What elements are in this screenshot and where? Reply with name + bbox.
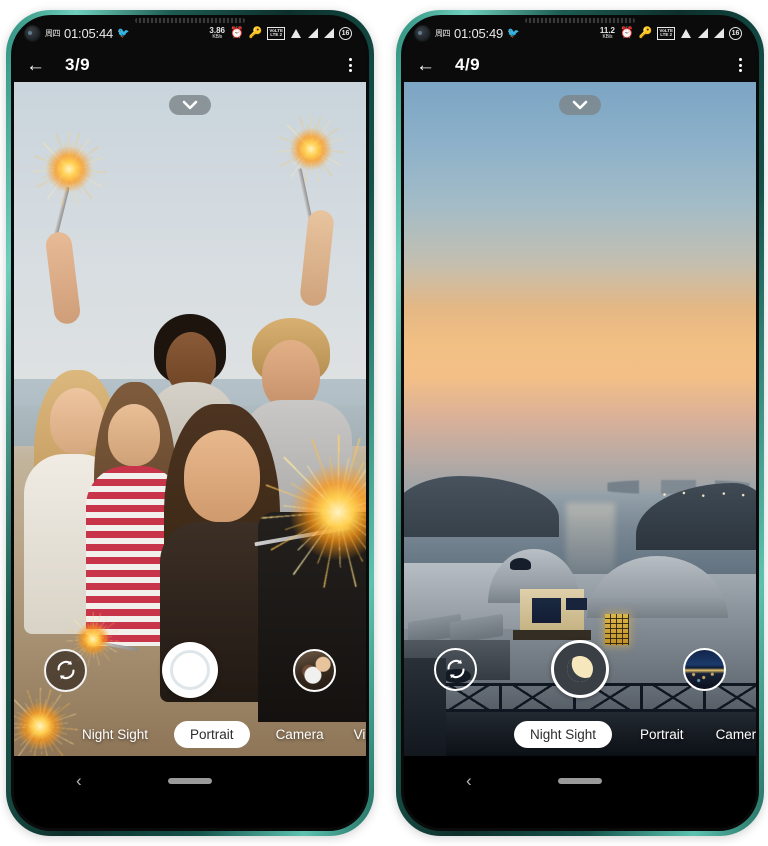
chevron-down-icon[interactable] (559, 95, 601, 115)
navigation-bar: ‹ (404, 756, 756, 806)
phone-screen-left: 周四 01:05:44 🐦 3.86 KB/s ⏰ 🔑 VoLTE LTE 2 … (14, 18, 366, 828)
signal-icon (713, 28, 724, 38)
app-bar: ← 4/9 (404, 48, 756, 82)
page-title: 3/9 (65, 55, 91, 74)
bird-notification-icon: 🐦 (117, 27, 130, 39)
mode-video[interactable]: Video (350, 721, 366, 748)
earpiece-grille (135, 18, 245, 23)
key-icon: 🔑 (638, 26, 653, 39)
nav-home-indicator[interactable] (558, 778, 602, 784)
volte-icon: VoLTE LTE 2 (657, 26, 675, 40)
shutter-button[interactable] (162, 642, 218, 698)
phone-bezel-left: 周四 01:05:44 🐦 3.86 KB/s ⏰ 🔑 VoLTE LTE 2 … (11, 15, 369, 831)
bird-notification-icon: 🐦 (507, 27, 520, 39)
network-speed-unit: KB/s (212, 33, 223, 40)
camera-viewfinder[interactable]: Night Sight Portrait Camera Video (14, 82, 366, 756)
status-day: 周四 (435, 28, 451, 38)
battery-icon: 16 (729, 26, 742, 40)
phone-left: 周四 01:05:44 🐦 3.86 KB/s ⏰ 🔑 VoLTE LTE 2 … (6, 10, 374, 836)
mode-night-sight[interactable]: Night Sight (78, 721, 152, 748)
key-icon: 🔑 (248, 26, 263, 39)
camera-controls (404, 640, 756, 698)
alarm-icon: ⏰ (230, 26, 244, 39)
nav-back-icon[interactable]: ‹ (466, 771, 472, 791)
last-photo-thumbnail[interactable] (683, 647, 726, 691)
status-bar-right: 3.86 KB/s ⏰ 🔑 VoLTE LTE 2 16 (209, 26, 352, 40)
dual-phone-screenshot: 周四 01:05:44 🐦 3.86 KB/s ⏰ 🔑 VoLTE LTE 2 … (0, 0, 768, 846)
back-arrow-icon[interactable]: ← (26, 56, 45, 75)
last-photo-thumbnail[interactable] (293, 648, 336, 692)
nav-home-indicator[interactable] (168, 778, 212, 784)
mode-camera[interactable]: Camera (272, 721, 328, 748)
network-speed-indicator: 11.2 KB/s (600, 26, 615, 40)
mode-night-sight[interactable]: Night Sight (514, 721, 613, 748)
volte-bottom-label: LTE 2 (270, 32, 283, 37)
signal-icon (697, 28, 708, 38)
moon-icon (563, 652, 597, 686)
front-camera-punch-hole (24, 24, 41, 42)
camera-mode-selector: Night Sight Portrait Camera Video (14, 721, 366, 748)
camera-controls (14, 642, 366, 698)
more-options-icon[interactable] (739, 58, 742, 72)
signal-icon (307, 28, 318, 38)
camera-viewfinder[interactable]: Night Sight Portrait Camer (404, 82, 756, 756)
wifi-icon (290, 28, 302, 38)
volte-icon: VoLTE LTE 2 (267, 26, 285, 40)
status-bar-left: 周四 01:05:44 🐦 (24, 24, 130, 42)
night-sight-shutter-button[interactable] (551, 640, 609, 698)
phone-screen-right: 周四 01:05:49 🐦 11.2 KB/s ⏰ 🔑 VoLTE LTE 2 … (404, 18, 756, 828)
phone-bezel-right: 周四 01:05:49 🐦 11.2 KB/s ⏰ 🔑 VoLTE LTE 2 … (401, 15, 759, 831)
status-time: 01:05:44 (64, 25, 114, 41)
mode-portrait[interactable]: Portrait (636, 721, 688, 748)
status-bar-left: 周四 01:05:49 🐦 (414, 24, 520, 42)
signal-icon (323, 28, 334, 38)
wifi-icon (680, 28, 692, 38)
back-arrow-icon[interactable]: ← (416, 56, 435, 75)
volte-bottom-label: LTE 2 (660, 32, 673, 37)
network-speed-indicator: 3.86 KB/s (209, 26, 225, 40)
mode-camera[interactable]: Camer (712, 721, 756, 748)
page-title: 4/9 (455, 55, 481, 74)
app-bar: ← 3/9 (14, 48, 366, 82)
front-camera-punch-hole (414, 24, 431, 42)
mode-portrait[interactable]: Portrait (174, 721, 250, 748)
earpiece-grille (525, 18, 635, 23)
network-speed-unit: KB/s (602, 33, 613, 40)
more-options-icon[interactable] (349, 58, 352, 72)
chevron-down-icon[interactable] (169, 95, 211, 115)
status-day: 周四 (45, 28, 61, 38)
status-bar-right: 11.2 KB/s ⏰ 🔑 VoLTE LTE 2 16 (600, 26, 742, 40)
status-time: 01:05:49 (454, 25, 504, 41)
camera-flip-icon[interactable] (434, 647, 477, 691)
battery-icon: 16 (339, 26, 352, 40)
alarm-icon: ⏰ (620, 26, 634, 39)
navigation-bar: ‹ (14, 756, 366, 806)
phone-right: 周四 01:05:49 🐦 11.2 KB/s ⏰ 🔑 VoLTE LTE 2 … (396, 10, 764, 836)
nav-back-icon[interactable]: ‹ (76, 771, 82, 791)
camera-mode-selector: Night Sight Portrait Camer (404, 721, 756, 748)
camera-flip-icon[interactable] (44, 648, 87, 692)
